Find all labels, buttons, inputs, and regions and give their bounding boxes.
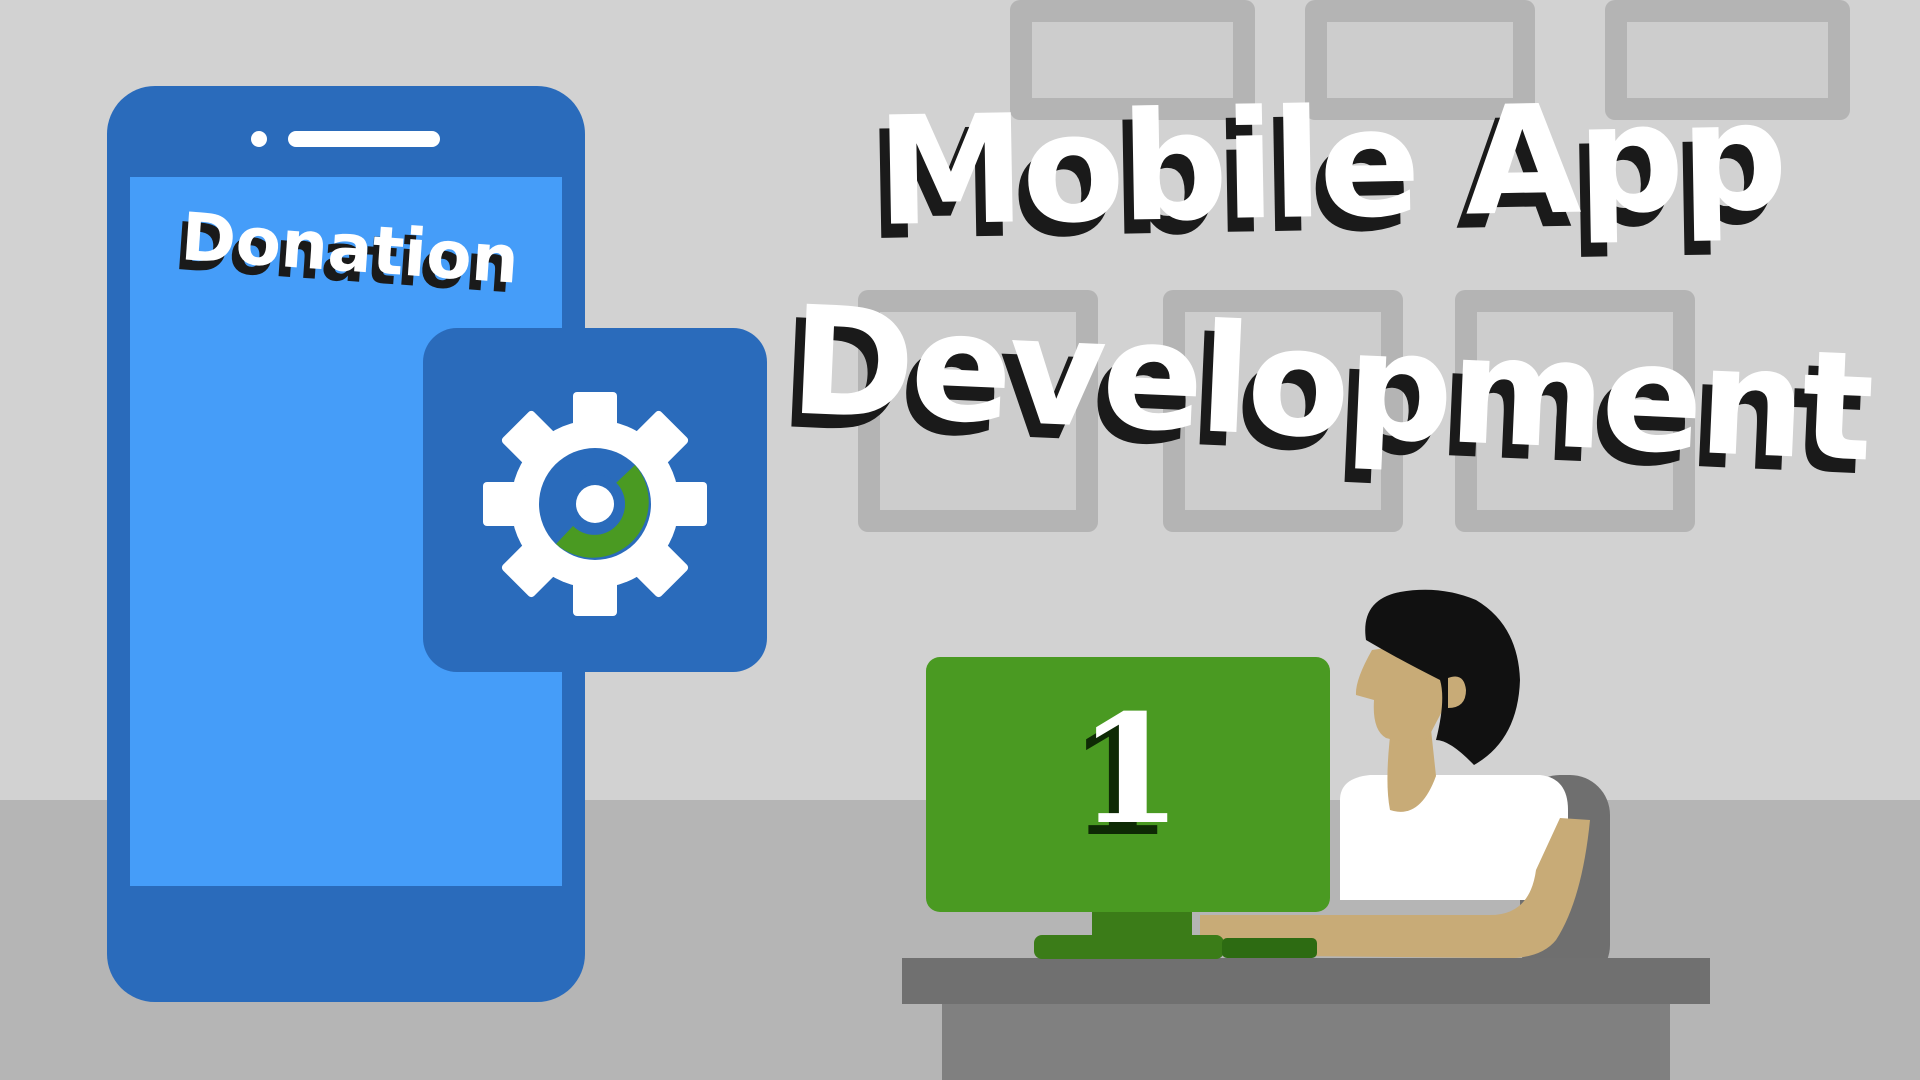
developer-illustration (902, 589, 1710, 1080)
monitor-number: 1 (1077, 682, 1183, 858)
scene: Mobile App Development Donation 1 (0, 0, 1920, 1080)
